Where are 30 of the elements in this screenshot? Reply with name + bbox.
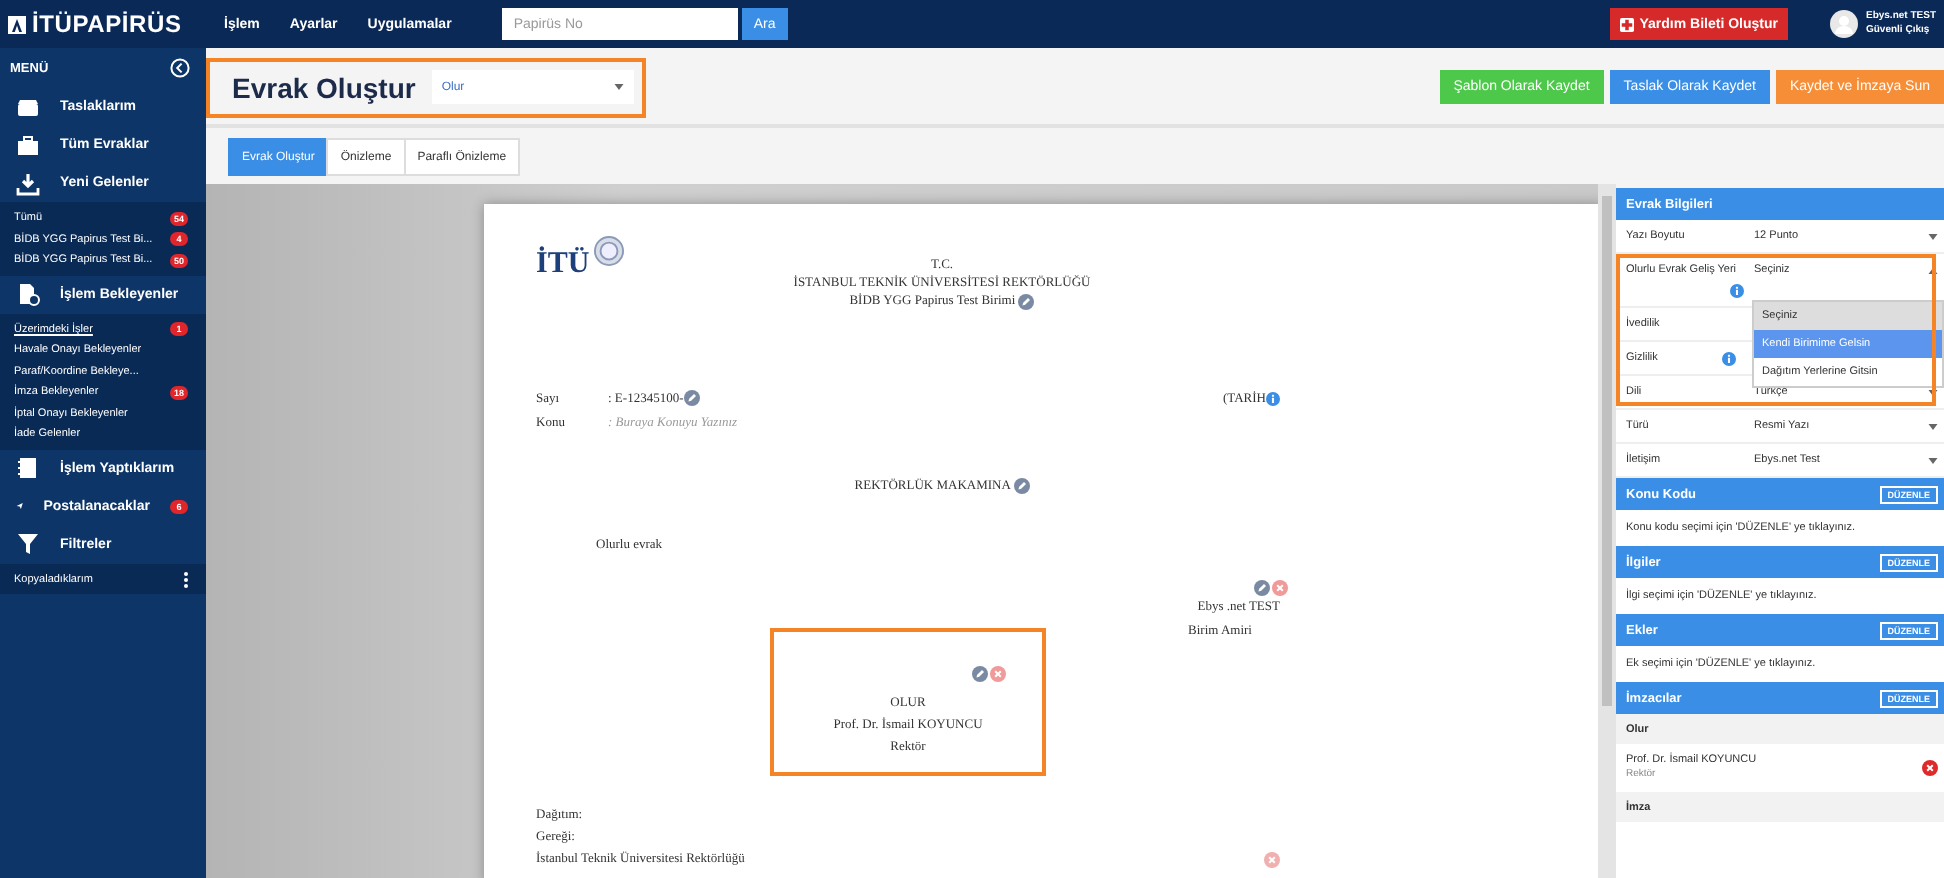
university-logo: İTÜ xyxy=(536,248,590,282)
seal-icon xyxy=(593,236,624,266)
remove-icon[interactable] xyxy=(1922,760,1938,776)
scrollbar-thumb[interactable] xyxy=(1602,196,1612,706)
caret-icon xyxy=(1928,423,1938,429)
tray-icon xyxy=(16,95,40,119)
filter-icon xyxy=(16,532,40,556)
info-icon[interactable] xyxy=(1730,284,1744,298)
info-icon[interactable] xyxy=(1266,391,1280,405)
avatar-icon[interactable] xyxy=(1829,10,1858,38)
edit-icon[interactable] xyxy=(1254,580,1270,596)
edit-icon[interactable] xyxy=(1013,478,1030,494)
briefcase-icon xyxy=(16,133,40,157)
caret-icon xyxy=(1928,457,1938,463)
collapse-icon[interactable] xyxy=(170,58,190,78)
caret-icon xyxy=(1928,233,1938,239)
lifebuoy-icon xyxy=(1619,17,1634,31)
download-icon xyxy=(16,171,40,195)
edit-icon[interactable] xyxy=(683,390,700,406)
page-title: Evrak Oluştur xyxy=(232,71,416,103)
logo-icon xyxy=(8,15,26,33)
document-icon xyxy=(16,282,40,306)
caret-icon xyxy=(613,84,624,90)
info-icon[interactable] xyxy=(1722,351,1736,365)
remove-icon[interactable] xyxy=(1272,580,1288,596)
edit-icon[interactable] xyxy=(972,666,988,682)
remove-icon[interactable] xyxy=(990,666,1006,682)
notebook-icon xyxy=(16,456,40,480)
edit-icon[interactable] xyxy=(1018,293,1035,310)
app-logo: İTÜPAPİRÜS xyxy=(32,10,182,38)
